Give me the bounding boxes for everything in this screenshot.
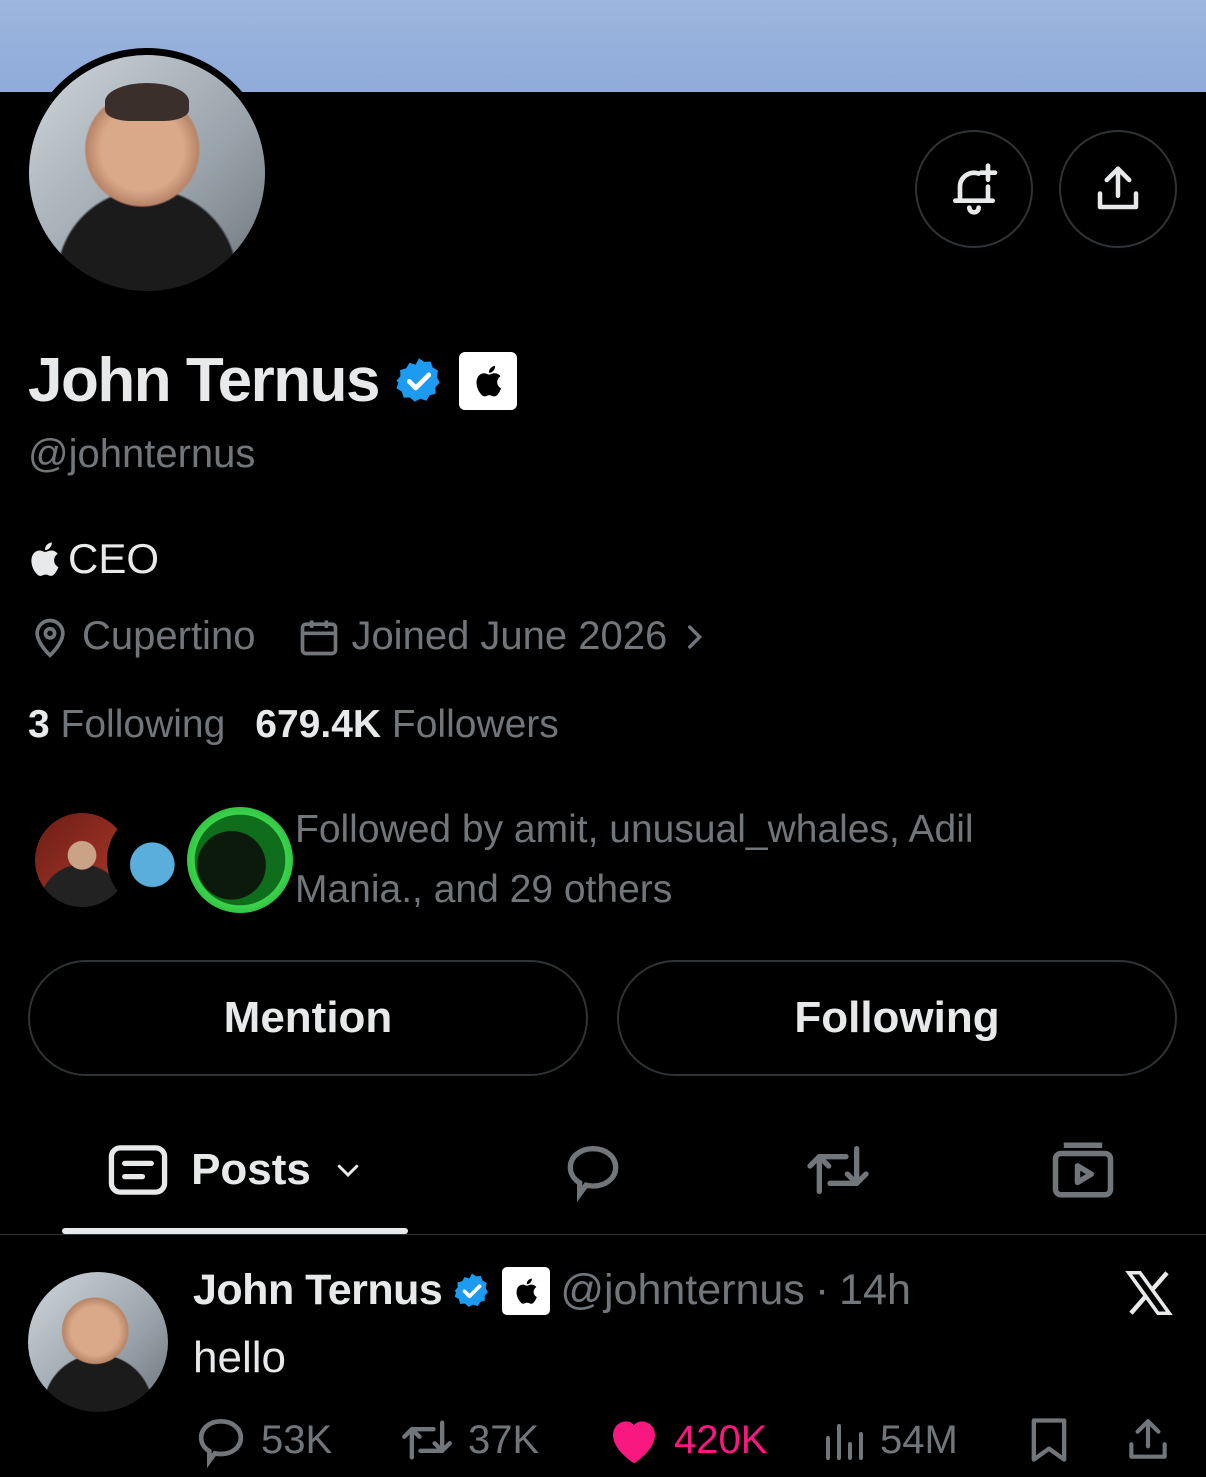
profile-joined[interactable]: Joined June 2026	[297, 614, 711, 659]
follower-avatar	[184, 804, 296, 916]
views-button[interactable]: 54M	[820, 1410, 958, 1470]
followed-by-text[interactable]: Followed by amit, unusual_whales, Adil M…	[295, 800, 1095, 920]
verified-badge-icon[interactable]	[393, 355, 445, 407]
share-profile-button[interactable]	[1059, 130, 1177, 248]
location-icon	[35, 618, 65, 658]
bell-plus-icon	[953, 163, 998, 215]
post-author-handle: @johnternus	[560, 1266, 805, 1314]
chevron-right-icon	[688, 624, 703, 649]
verified-badge-icon[interactable]	[452, 1271, 492, 1311]
profile-meta: Cupertino Joined June 2026	[28, 614, 753, 659]
like-icon	[613, 1421, 655, 1464]
avatar-photo	[29, 55, 265, 291]
x-logo-icon	[1125, 1270, 1173, 1316]
calendar-icon	[301, 620, 338, 655]
views-count: 54M	[880, 1417, 958, 1462]
mention-button[interactable]: Mention	[28, 960, 588, 1076]
apple-logo-icon	[516, 1278, 538, 1304]
post-item[interactable]: John Ternus @johnternus · 14h hello 53K	[0, 1238, 1206, 1477]
bio-text: CEO	[68, 535, 160, 582]
apple-logo-icon	[476, 365, 502, 396]
like-count: 420K	[674, 1417, 768, 1462]
reply-icon	[567, 1145, 619, 1202]
followers-count-link[interactable]: 679.4K Followers	[255, 703, 558, 747]
affiliation-badge[interactable]	[458, 351, 517, 410]
bookmark-icon	[1031, 1418, 1067, 1462]
posts-icon	[108, 1145, 168, 1195]
repost-icon	[402, 1420, 452, 1460]
share-icon	[1097, 166, 1139, 210]
profile-name: John Ternus	[28, 346, 380, 415]
share-icon	[1129, 1419, 1167, 1459]
repost-button[interactable]: 37K	[398, 1410, 539, 1470]
following-button[interactable]: Following	[617, 960, 1177, 1076]
reply-count: 53K	[261, 1417, 333, 1462]
notifications-button[interactable]	[915, 130, 1033, 248]
post-actions: 53K 37K 420K 54M	[193, 1410, 1183, 1470]
share-post-button[interactable]	[1123, 1410, 1173, 1470]
repost-count: 37K	[468, 1417, 540, 1462]
post-header: John Ternus @johnternus · 14h	[193, 1266, 911, 1315]
tab-videos[interactable]	[1030, 1120, 1136, 1220]
repost-icon	[807, 1146, 869, 1194]
post-author-name[interactable]: John Ternus	[193, 1266, 443, 1315]
profile-location: Cupertino	[28, 614, 255, 659]
bookmark-button[interactable]	[1023, 1410, 1075, 1470]
post-text: hello	[193, 1333, 286, 1382]
post-timestamp[interactable]: 14h	[839, 1266, 911, 1315]
post-author-avatar[interactable]	[28, 1272, 168, 1412]
profile-tabs: Posts	[0, 1120, 1206, 1235]
tab-replies[interactable]	[540, 1120, 646, 1220]
views-icon	[826, 1424, 863, 1460]
profile-bio: CEO	[28, 535, 159, 583]
active-tab-indicator	[62, 1228, 408, 1234]
profile-name-row: John Ternus	[28, 345, 517, 416]
reply-button[interactable]: 53K	[193, 1410, 332, 1470]
profile-avatar[interactable]	[22, 48, 272, 298]
tab-reposts[interactable]	[785, 1120, 891, 1220]
reply-icon	[198, 1418, 244, 1468]
apple-logo-icon	[31, 542, 59, 576]
followed-by-avatars[interactable]	[32, 804, 296, 916]
tab-posts[interactable]: Posts	[62, 1120, 408, 1220]
chevron-down-icon	[337, 1164, 359, 1178]
profile-stats: 3 Following 679.4K Followers	[28, 703, 559, 747]
like-button[interactable]: 420K	[606, 1410, 767, 1470]
affiliation-badge[interactable]	[502, 1266, 551, 1315]
video-icon	[1052, 1142, 1114, 1198]
profile-handle: @johnternus	[28, 432, 256, 476]
post-separator: ·	[814, 1266, 830, 1314]
following-count-link[interactable]: 3 Following	[28, 703, 225, 747]
